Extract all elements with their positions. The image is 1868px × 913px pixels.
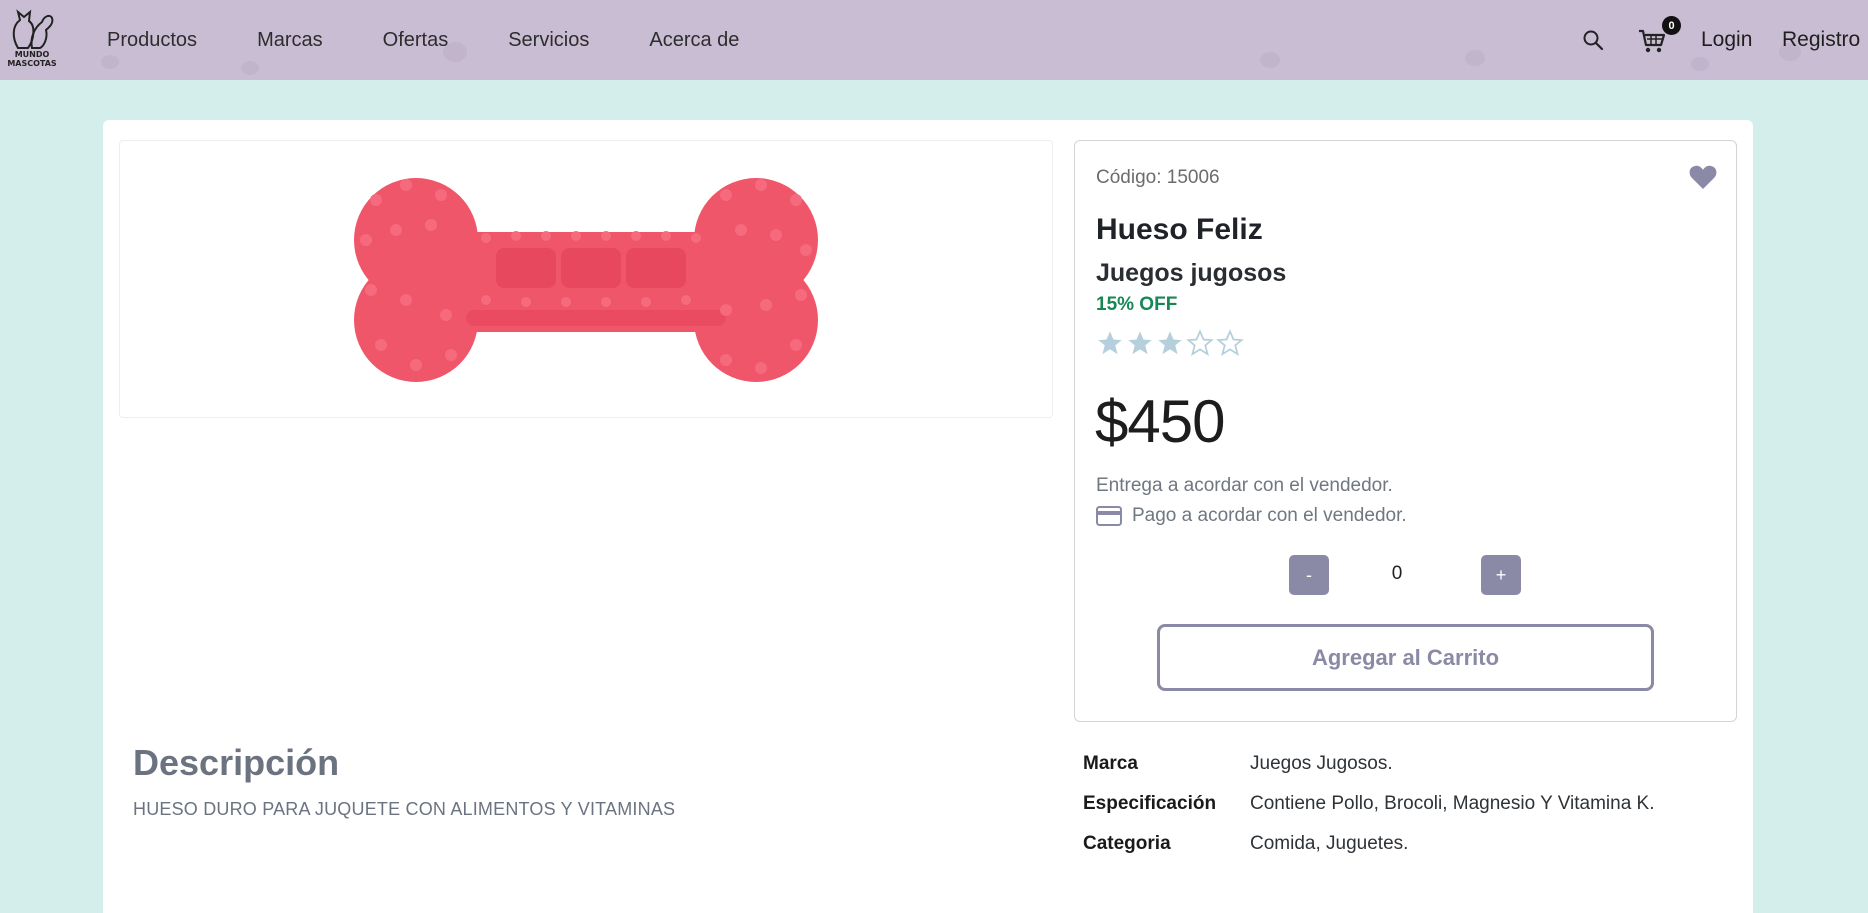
nav-link-ofertas[interactable]: Ofertas <box>383 29 449 52</box>
login-link[interactable]: Login <box>1701 28 1752 52</box>
bone-toy-image <box>354 178 818 382</box>
search-icon[interactable] <box>1582 29 1604 51</box>
nav-link-acerca[interactable]: Acerca de <box>649 29 739 52</box>
logo-pets-icon <box>12 9 54 49</box>
rating-stars[interactable] <box>1096 329 1246 357</box>
spec-value: Comida, Juguetes. <box>1250 833 1409 854</box>
spec-row: Especificación Contiene Pollo, Brocoli, … <box>1083 784 1655 824</box>
spec-label: Especificación <box>1083 793 1217 814</box>
discount-badge: 15% OFF <box>1096 294 1178 315</box>
nav-link-servicios[interactable]: Servicios <box>508 29 589 52</box>
logo[interactable]: MUNDO MASCOTAS <box>4 8 60 72</box>
register-link[interactable]: Registro <box>1782 28 1860 52</box>
star-icon[interactable] <box>1096 329 1124 357</box>
cart-icon[interactable] <box>1638 28 1666 54</box>
star-icon[interactable] <box>1156 329 1184 357</box>
spec-row: Categoria Comida, Juguetes. <box>1083 824 1655 864</box>
product-code: Código: 15006 <box>1096 167 1220 188</box>
spec-value: Contiene Pollo, Brocoli, Magnesio Y Vita… <box>1250 793 1655 814</box>
description-text: HUESO DURO PARA JUQUETE CON ALIMENTOS Y … <box>133 799 676 819</box>
star-icon[interactable] <box>1126 329 1154 357</box>
star-empty-icon[interactable] <box>1216 329 1244 357</box>
specs-table: Marca Juegos Jugosos. Especificación Con… <box>1083 744 1655 864</box>
heart-icon[interactable] <box>1689 164 1717 190</box>
spec-row: Marca Juegos Jugosos. <box>1083 744 1655 784</box>
payment-info: Pago a acordar con el vendedor. <box>1132 505 1407 526</box>
quantity-stepper: - 0 + <box>1289 555 1521 595</box>
spec-label: Categoria <box>1083 833 1171 854</box>
product-price: $450 <box>1095 388 1225 455</box>
logo-text: MUNDO MASCOTAS <box>4 50 60 68</box>
add-to-cart-button[interactable]: Agregar al Carrito <box>1157 624 1654 691</box>
payment-info-row: Pago a acordar con el vendedor. <box>1096 505 1407 527</box>
product-brand: Juegos jugosos <box>1096 259 1287 287</box>
star-empty-icon[interactable] <box>1186 329 1214 357</box>
nav-link-marcas[interactable]: Marcas <box>257 29 323 52</box>
credit-card-icon <box>1096 506 1122 526</box>
spec-label: Marca <box>1083 753 1138 774</box>
delivery-info: Entrega a acordar con el vendedor. <box>1096 475 1393 496</box>
logo-line1: MUNDO <box>14 50 50 59</box>
quantity-decrease-button[interactable]: - <box>1289 555 1329 595</box>
quantity-value: 0 <box>1391 563 1403 584</box>
cart-count-badge: 0 <box>1662 16 1681 35</box>
product-info-panel: Código: 15006 Hueso Feliz Juegos jugosos… <box>1074 140 1737 722</box>
description-title: Descripción <box>133 742 340 783</box>
product-title: Hueso Feliz <box>1096 213 1263 246</box>
product-image <box>119 140 1053 418</box>
quantity-increase-button[interactable]: + <box>1481 555 1521 595</box>
spec-value: Juegos Jugosos. <box>1250 753 1393 774</box>
nav-link-productos[interactable]: Productos <box>107 29 197 52</box>
nav-links: Productos Marcas Ofertas Servicios Acerc… <box>107 0 799 80</box>
logo-line2: MASCOTAS <box>7 59 57 68</box>
